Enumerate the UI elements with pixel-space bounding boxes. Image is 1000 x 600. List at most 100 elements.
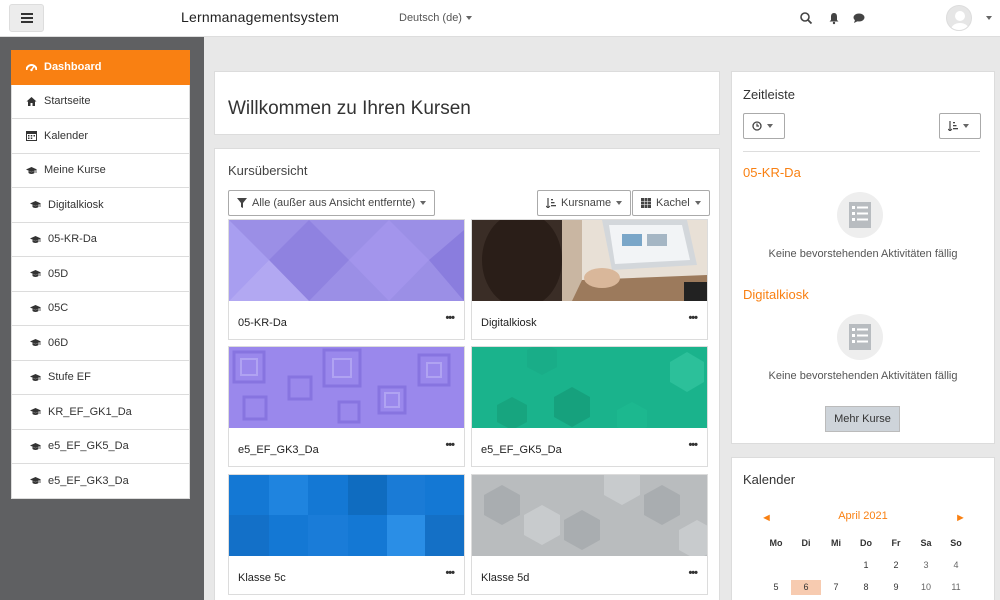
course-actions-button[interactable]: ••• [688,439,698,451]
search-icon[interactable] [799,11,813,25]
sidebar-item-kalender[interactable]: Kalender [11,119,190,154]
graduation-cap-icon [30,406,41,417]
course-name[interactable]: Klasse 5c [238,572,286,584]
calendar-day[interactable]: 8 [851,580,881,595]
sort-dropdown-button[interactable]: Kursname [537,190,632,216]
course-image[interactable] [229,220,464,301]
course-image[interactable] [472,347,707,428]
language-menu[interactable]: Deutsch (de) [399,12,472,24]
sidebar-item-label: Meine Kurse [44,164,106,177]
calendar-day[interactable]: 1 [851,558,881,573]
course-name[interactable]: Digitalkiosk [481,317,537,329]
dashboard-icon [26,62,37,73]
course-card[interactable]: Digitalkiosk ••• [471,219,708,340]
calendar-day [821,558,851,573]
course-name[interactable]: e5_EF_GK3_Da [238,444,319,456]
course-actions-button[interactable]: ••• [445,567,455,579]
sidebar-item-label: Digitalkiosk [48,198,104,211]
calendar-day[interactable]: 6 [791,580,821,595]
calendar-weekday: Mi [831,538,841,548]
course-card[interactable]: Klasse 5c ••• [228,474,465,595]
sidebar-item-label: 05C [48,302,69,315]
course-actions-button[interactable]: ••• [688,567,698,579]
course-actions-button[interactable]: ••• [445,312,455,324]
chevron-down-icon [420,201,427,205]
calendar-weekday: Mo [769,538,783,548]
course-card[interactable]: e5_EF_GK5_Da ••• [471,346,708,467]
more-courses-button[interactable]: Mehr Kurse [825,406,900,432]
sidebar-item-05-kr-da[interactable]: 05-KR-Da [11,222,190,257]
calendar-prev-button[interactable]: ◄ [761,512,772,524]
calendar-day[interactable]: 3 [911,558,941,573]
sidebar-item-05d[interactable]: 05D [11,257,190,292]
sidebar-item-label: Stufe EF [48,371,91,384]
calendar-day [791,558,821,573]
sidebar-item-digitalkiosk[interactable]: Digitalkiosk [11,188,190,223]
sidebar-item-e5-ef-gk5-da[interactable]: e5_EF_GK5_Da [11,429,190,464]
sidebar-item-06d[interactable]: 06D [11,326,190,361]
sidebar-item-label: KR_EF_GK1_Da [48,405,132,418]
timeline-filter-button[interactable] [743,113,785,139]
chevron-down-icon[interactable] [986,16,992,20]
course-name[interactable]: e5_EF_GK5_Da [481,444,562,456]
divider [743,151,980,152]
chevron-down-icon [465,16,472,20]
calendar-day[interactable]: 10 [911,580,941,595]
sort-icon [546,198,556,208]
graduation-cap-icon [30,268,41,279]
timeline-course-title[interactable]: 05-KR-Da [743,165,801,180]
empty-message: Keine bevorstehenden Aktivitäten fällig [768,370,958,382]
site-name[interactable]: Lernmanagementsystem [181,9,339,25]
sidebar-item-startseite[interactable]: Startseite [11,84,190,119]
course-name[interactable]: Klasse 5d [481,572,529,584]
filter-icon [237,198,247,208]
graduation-cap-icon [30,337,41,348]
bell-icon[interactable] [827,11,841,25]
chat-icon[interactable] [852,11,866,25]
sidebar-item-stufe-ef[interactable]: Stufe EF [11,360,190,395]
view-dropdown-button[interactable]: Kachel [632,190,710,216]
chevron-down-icon [963,124,969,128]
timeline-title: Zeitleiste [743,87,796,102]
calendar-day[interactable]: 5 [761,580,791,595]
sidebar-item-dashboard[interactable]: Dashboard [11,50,190,85]
avatar[interactable] [946,5,972,31]
course-actions-button[interactable]: ••• [688,312,698,324]
course-name[interactable]: 05-KR-Da [238,317,287,329]
calendar-day[interactable]: 7 [821,580,851,595]
course-actions-button[interactable]: ••• [445,439,455,451]
course-card[interactable]: Klasse 5d ••• [471,474,708,595]
graduation-cap-icon [30,234,41,245]
course-card[interactable]: e5_EF_GK3_Da ••• [228,346,465,467]
timeline-course-title[interactable]: Digitalkiosk [743,287,809,302]
course-image[interactable] [472,220,707,301]
timeline-sort-button[interactable] [939,113,981,139]
graduation-cap-icon [30,199,41,210]
timeline-card: Zeitleiste 05-KR-Da Keine bevorstehenden… [731,71,995,444]
calendar-day[interactable]: 9 [881,580,911,595]
course-image[interactable] [229,347,464,428]
grid-icon [641,198,651,208]
course-image[interactable] [472,475,707,556]
calendar-day[interactable]: 4 [941,558,971,573]
sort-label: Kursname [561,197,612,209]
sidebar-item-meine-kurse[interactable]: Meine Kurse [11,153,190,188]
calendar-day[interactable]: 2 [881,558,911,573]
course-image[interactable] [229,475,464,556]
course-card[interactable]: 05-KR-Da ••• [228,219,465,340]
sidebar-item-e5-ef-gk3-da[interactable]: e5_EF_GK3_Da [11,464,190,499]
sidebar-item-05c[interactable]: 05C [11,291,190,326]
calendar-weekday: So [950,538,962,548]
empty-list-icon [837,192,883,238]
calendar-weekday: Fr [891,538,901,548]
menu-toggle-button[interactable] [9,4,44,32]
empty-message: Keine bevorstehenden Aktivitäten fällig [768,248,958,260]
filter-dropdown-button[interactable]: Alle (außer aus Ansicht entfernte) [228,190,436,216]
calendar-weekday: Sa [920,538,932,548]
sidebar-item-kr-ef-gk1-da[interactable]: KR_EF_GK1_Da [11,395,190,430]
sidebar-item-label: e5_EF_GK3_Da [48,474,129,487]
sidebar-nav: Dashboard Startseite Kalender Meine Kurse Di… [11,50,190,499]
calendar-day[interactable]: 11 [941,580,971,595]
view-label: Kachel [656,197,690,209]
calendar-next-button[interactable]: ► [955,512,966,524]
